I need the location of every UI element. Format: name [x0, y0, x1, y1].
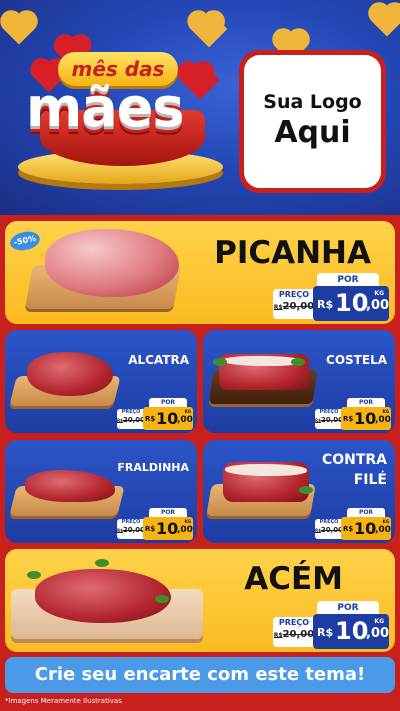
herb-icon	[299, 486, 313, 494]
heart-icon	[371, 5, 400, 37]
product-card-contra-file[interactable]: CONTRA FILÉ POR PREÇO R$20,00 R$ 10,00 KG	[203, 440, 395, 543]
product-name-line1: CONTRA	[321, 452, 387, 468]
preco-label: PREÇO	[278, 290, 310, 299]
price-tag: POR PREÇO R$20,00 R$ 10 ,00 KG	[273, 273, 391, 321]
price-tag: POR PREÇO R$20,00 R$ 10,00 KG	[315, 508, 391, 540]
fraldinha-image	[25, 470, 115, 502]
product-card-picanha[interactable]: PICANHA POR PREÇO R$20,00 R$ 10 ,00 KG	[5, 221, 395, 324]
product-card-fraldinha[interactable]: FRALDINHA POR PREÇO R$20,00 R$ 10,00 KG	[5, 440, 197, 543]
heart-icon	[3, 13, 35, 45]
price-tag: POR PREÇO R$20,00 R$ 10,00 KG	[117, 508, 193, 540]
product-name: ACÉM	[244, 561, 343, 597]
picanha-image	[45, 229, 179, 297]
herb-icon	[213, 358, 227, 366]
por-label: POR	[317, 273, 379, 287]
create-flyer-button[interactable]: Crie seu encarte com este tema!	[5, 657, 395, 693]
product-name: COSTELA	[326, 353, 387, 367]
heart-icon	[180, 60, 220, 100]
header-banner: mês das mães Sua Logo Aqui	[0, 0, 400, 215]
new-price: R$ 10 ,00 KG	[313, 286, 389, 321]
product-card-acem[interactable]: ACÉM POR PREÇO R$20,00 R$ 10 ,00 KG	[5, 549, 395, 652]
por-label: POR	[317, 601, 379, 615]
product-name: FRALDINHA	[117, 461, 189, 474]
product-name: CONTRA FILÉ	[322, 450, 387, 490]
logo-placeholder[interactable]: Sua Logo Aqui	[239, 50, 386, 193]
old-price: R$20,00	[273, 629, 315, 640]
disclaimer-text: *Imagens Meramente Ilustrativas	[5, 697, 122, 705]
product-card-alcatra[interactable]: ALCATRA POR PREÇO R$20,00 R$ 10,00 KG	[5, 330, 197, 433]
product-name: PICANHA	[214, 235, 371, 271]
new-price: R$ 10 ,00 KG	[313, 614, 389, 649]
logo-text-line2: Aqui	[274, 114, 351, 150]
acem-image	[35, 569, 171, 623]
price-tag: POR PREÇO R$20,00 R$ 10,00 KG	[117, 398, 193, 430]
herb-icon	[291, 358, 305, 366]
herb-icon	[95, 559, 109, 567]
herb-icon	[27, 571, 41, 579]
product-name-line2: FILÉ	[353, 472, 387, 488]
heart-icon	[190, 10, 228, 48]
price-tag: POR PREÇO R$20,00 R$ 10 ,00 KG	[273, 601, 391, 649]
price-tag: POR PREÇO R$20,00 R$ 10,00 KG	[315, 398, 391, 430]
product-card-costela[interactable]: COSTELA POR PREÇO R$20,00 R$ 10,00 KG	[203, 330, 395, 433]
campaign-title: mães	[26, 76, 184, 139]
logo-text-line1: Sua Logo	[263, 90, 362, 113]
herb-icon	[155, 595, 169, 603]
alcatra-image	[27, 352, 113, 396]
preco-label: PREÇO	[278, 618, 310, 627]
product-name: ALCATRA	[128, 353, 189, 367]
old-price: R$20,00	[273, 301, 315, 312]
fat-layer	[225, 464, 307, 476]
